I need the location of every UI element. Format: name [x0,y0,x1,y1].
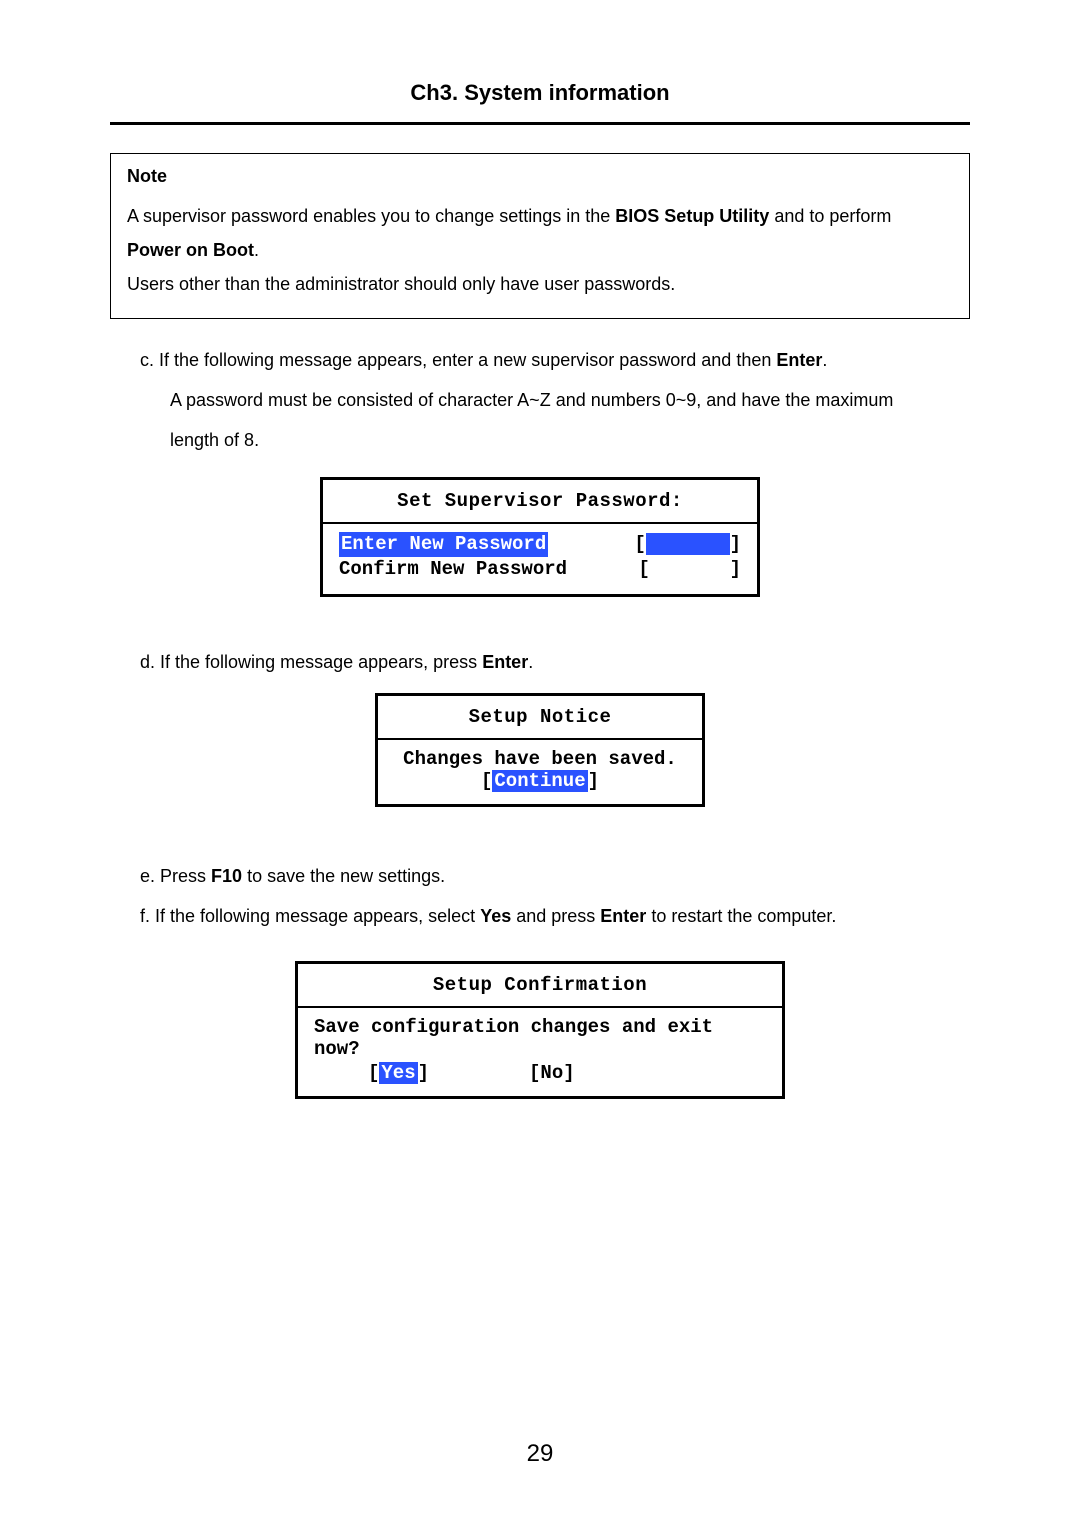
setup-confirmation-dialog: Setup Confirmation Save configuration ch… [295,961,785,1099]
step-key: Yes [480,906,511,926]
step-text: . [528,652,533,672]
no-option[interactable]: [No] [529,1062,575,1084]
dialog-title: Setup Notice [378,696,702,740]
note-box: Note A supervisor password enables you t… [110,153,970,319]
dialog-title: Setup Confirmation [298,964,782,1008]
step-key: Enter [776,350,822,370]
bracket: [ [481,770,492,792]
step-f: f. If the following message appears, sel… [140,899,970,933]
step-text: f. If the following message appears, sel… [140,906,480,926]
bracket: ] [588,770,599,792]
step-text: . [822,350,827,370]
option-row: [Yes] [No] [314,1062,766,1084]
step-c: c. If the following message appears, ent… [140,343,970,377]
confirm-password-row: Confirm New Password [ ] [339,557,741,582]
bracket: ] [418,1062,429,1084]
bracket: [ [638,558,649,580]
password-field[interactable]: [ ] [638,557,741,582]
step-text: and press [511,906,600,926]
page-header: Ch3. System information [110,80,970,106]
header-divider [110,122,970,125]
step-c-line2: A password must be consisted of characte… [170,383,970,417]
dialog-body: Enter New Password [ ] Confirm New Passw… [323,524,757,593]
bracket: ] [730,558,741,580]
step-key: Enter [482,652,528,672]
continue-option[interactable]: [Continue] [394,770,686,792]
note-bold: Power on Boot [127,240,254,260]
enter-password-row: Enter New Password [ ] [339,532,741,557]
notice-message: Changes have been saved. [394,748,686,770]
bracket: [ [368,1062,379,1084]
note-text: A supervisor password enables you to cha… [127,206,615,226]
bracket: ] [730,533,741,555]
continue-label: Continue [492,770,587,792]
set-password-dialog: Set Supervisor Password: Enter New Passw… [320,477,760,596]
yes-label: Yes [379,1062,417,1084]
field-highlight [646,533,730,555]
step-text: to restart the computer. [646,906,836,926]
note-line-2: Power on Boot. [127,233,953,267]
step-text: d. If the following message appears, pre… [140,652,482,672]
password-field[interactable]: [ ] [634,532,741,557]
step-text: e. Press [140,866,211,886]
note-text: . [254,240,259,260]
page-number: 29 [0,1440,1080,1468]
step-e: e. Press F10 to save the new settings. [140,859,970,893]
step-key: Enter [600,906,646,926]
dialog-title: Set Supervisor Password: [323,480,757,524]
confirm-password-label: Confirm New Password [339,557,567,582]
step-text: c. If the following message appears, ent… [140,350,776,370]
step-c-line3: length of 8. [170,423,970,457]
step-text: to save the new settings. [242,866,445,886]
bracket: [ [634,533,645,555]
note-bold: BIOS Setup Utility [615,206,769,226]
note-text: and to perform [769,206,891,226]
enter-password-label: Enter New Password [339,532,548,557]
dialog-body: Changes have been saved. [Continue] [378,740,702,804]
field-empty [650,558,730,580]
note-title: Note [127,166,953,187]
confirmation-message: Save configuration changes and exit now? [314,1016,766,1060]
yes-option[interactable]: [Yes] [368,1062,429,1084]
step-key: F10 [211,866,242,886]
note-line-3: Users other than the administrator shoul… [127,267,953,301]
note-line-1: A supervisor password enables you to cha… [127,199,953,233]
dialog-body: Save configuration changes and exit now?… [298,1008,782,1096]
setup-notice-dialog: Setup Notice Changes have been saved. [C… [375,693,705,807]
step-d: d. If the following message appears, pre… [140,645,970,679]
